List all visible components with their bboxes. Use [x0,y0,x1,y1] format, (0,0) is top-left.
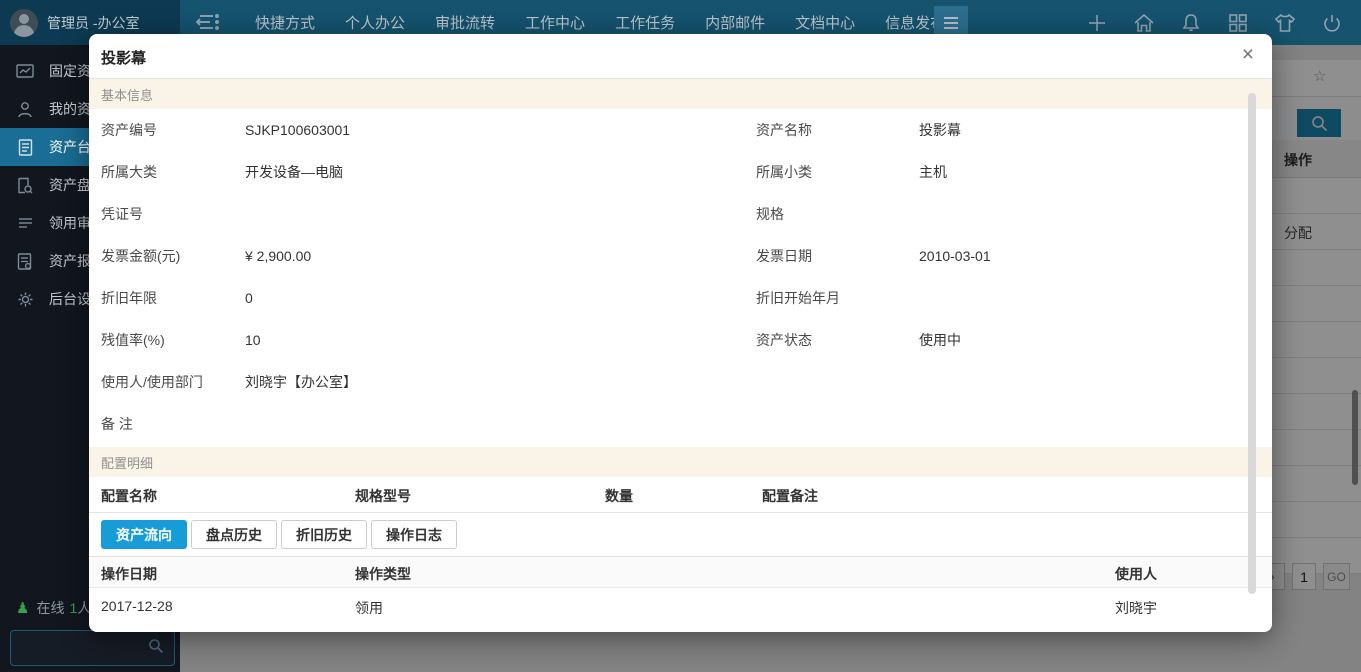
field-label: 规格 [756,204,784,224]
user-name: 管理员 -办公室 [47,13,140,33]
field-row: 备 注 [89,403,1272,445]
flow-table-row[interactable]: 2017-12-28 领用 刘晓宇 [89,588,1272,626]
field-label: 所属大类 [101,162,157,182]
field-value: 2010-03-01 [919,248,991,264]
field-row: 发票金额(元) ¥ 2,900.00 发票日期 2010-03-01 [89,235,1272,277]
online-person-icon: ♟ [16,599,29,617]
tab-depreciation-history[interactable]: 折旧历史 [281,520,367,549]
tab-operation-log[interactable]: 操作日志 [371,520,457,549]
nav-document-center[interactable]: 文档中心 [795,12,855,33]
field-label: 所属小类 [756,162,812,182]
field-label: 发票金额(元) [101,246,180,266]
list-lines-icon [15,213,35,233]
field-label: 折旧开始年月 [756,288,840,308]
modal-titlebar: 投影幕 × [89,34,1272,79]
sidebar-item-label: 资产盘 [49,175,91,195]
field-label: 凭证号 [101,204,143,224]
modal-scrollbar-thumb[interactable] [1248,93,1256,594]
sidebar-item-label: 资产报 [49,251,91,271]
field-row: 资产编号 SJKP100603001 资产名称 投影幕 [89,109,1272,151]
field-row: 折旧年限 0 折旧开始年月 [89,277,1272,319]
bell-icon[interactable] [1180,12,1202,34]
sidebar-item-label: 后台设 [49,289,91,309]
field-value: SJKP100603001 [245,122,350,138]
field-label: 折旧年限 [101,288,157,308]
online-label: 在线 [36,598,64,618]
nav-internal-mail[interactable]: 内部邮件 [705,12,765,33]
online-status: ♟ 在线 1 人 [16,598,91,618]
sidebar-item-label: 固定资 [49,61,91,81]
field-row: 使用人/使用部门 刘晓宇【办公室】 [89,361,1272,403]
basic-info-fields: 资产编号 SJKP100603001 资产名称 投影幕 所属大类 开发设备—电脑… [89,109,1272,445]
nav-approval-flow[interactable]: 审批流转 [435,12,495,33]
field-value: ¥ 2,900.00 [245,248,311,264]
field-value: 10 [245,332,261,348]
field-value: 0 [245,290,253,306]
config-col-name: 配置名称 [101,486,157,506]
config-table-header: 配置名称 规格型号 数量 配置备注 [89,477,1272,513]
close-icon[interactable]: × [1242,44,1254,65]
field-row: 残值率(%) 10 资产状态 使用中 [89,319,1272,361]
search-icon[interactable] [148,638,164,659]
sidebar-search-input[interactable] [11,641,148,656]
ledger-icon [15,137,35,157]
apps-grid-icon[interactable] [1227,12,1249,34]
sidebar-search-box [10,630,175,666]
power-icon[interactable] [1321,12,1343,34]
flow-col-type: 操作类型 [355,564,411,584]
field-label: 使用人/使用部门 [101,372,203,392]
theme-shirt-icon[interactable] [1274,12,1296,34]
nav-work-center[interactable]: 工作中心 [525,12,585,33]
tab-asset-flow[interactable]: 资产流向 [101,520,187,549]
field-label: 资产编号 [101,120,157,140]
field-value: 投影幕 [919,120,961,140]
sidebar-item-label: 资产台 [49,137,91,157]
flow-table-header: 操作日期 操作类型 使用人 [89,556,1272,588]
field-value: 使用中 [919,330,961,350]
config-col-qty: 数量 [605,486,633,506]
doc-search-icon [15,175,35,195]
user-avatar[interactable] [10,9,38,37]
nav-shortcuts[interactable]: 快捷方式 [255,12,315,33]
online-count: 1 [69,600,77,616]
section-config-detail: 配置明细 [89,447,1272,477]
nav-personal-office[interactable]: 个人办公 [345,12,405,33]
flow-col-user: 使用人 [1115,564,1157,584]
field-row: 凭证号 规格 [89,193,1272,235]
field-label: 资产名称 [756,120,812,140]
config-col-model: 规格型号 [355,486,411,506]
field-value: 开发设备—电脑 [245,162,343,182]
config-col-note: 配置备注 [762,486,818,506]
field-label: 残值率(%) [101,330,165,350]
modal-title: 投影幕 [101,47,146,68]
home-icon[interactable] [1133,12,1155,34]
chart-board-icon [15,61,35,81]
flow-col-date: 操作日期 [101,564,157,584]
gear-icon [15,289,35,309]
sidebar-item-label: 我的资 [49,99,91,119]
field-row: 所属大类 开发设备—电脑 所属小类 主机 [89,151,1272,193]
report-doc-icon [15,251,35,271]
detail-tabs: 资产流向 盘点历史 折旧历史 操作日志 [101,520,1272,549]
flow-user: 刘晓宇 [1115,598,1157,618]
flow-type: 领用 [355,598,383,618]
field-value: 刘晓宇【办公室】 [245,372,357,392]
field-label: 备 注 [101,414,133,434]
collapse-menu-icon[interactable] [196,11,222,33]
asset-detail-modal: 投影幕 × 基本信息 资产编号 SJKP100603001 资产名称 投影幕 所… [89,34,1272,632]
flow-date: 2017-12-28 [101,598,173,614]
nav-work-tasks[interactable]: 工作任务 [615,12,675,33]
section-basic-info: 基本信息 [89,79,1272,109]
plus-icon[interactable] [1086,12,1108,34]
person-icon [15,99,35,119]
tab-inventory-history[interactable]: 盘点历史 [191,520,277,549]
field-label: 资产状态 [756,330,812,350]
sidebar-item-label: 领用审 [49,213,91,233]
field-value: 主机 [919,162,947,182]
field-label: 发票日期 [756,246,812,266]
